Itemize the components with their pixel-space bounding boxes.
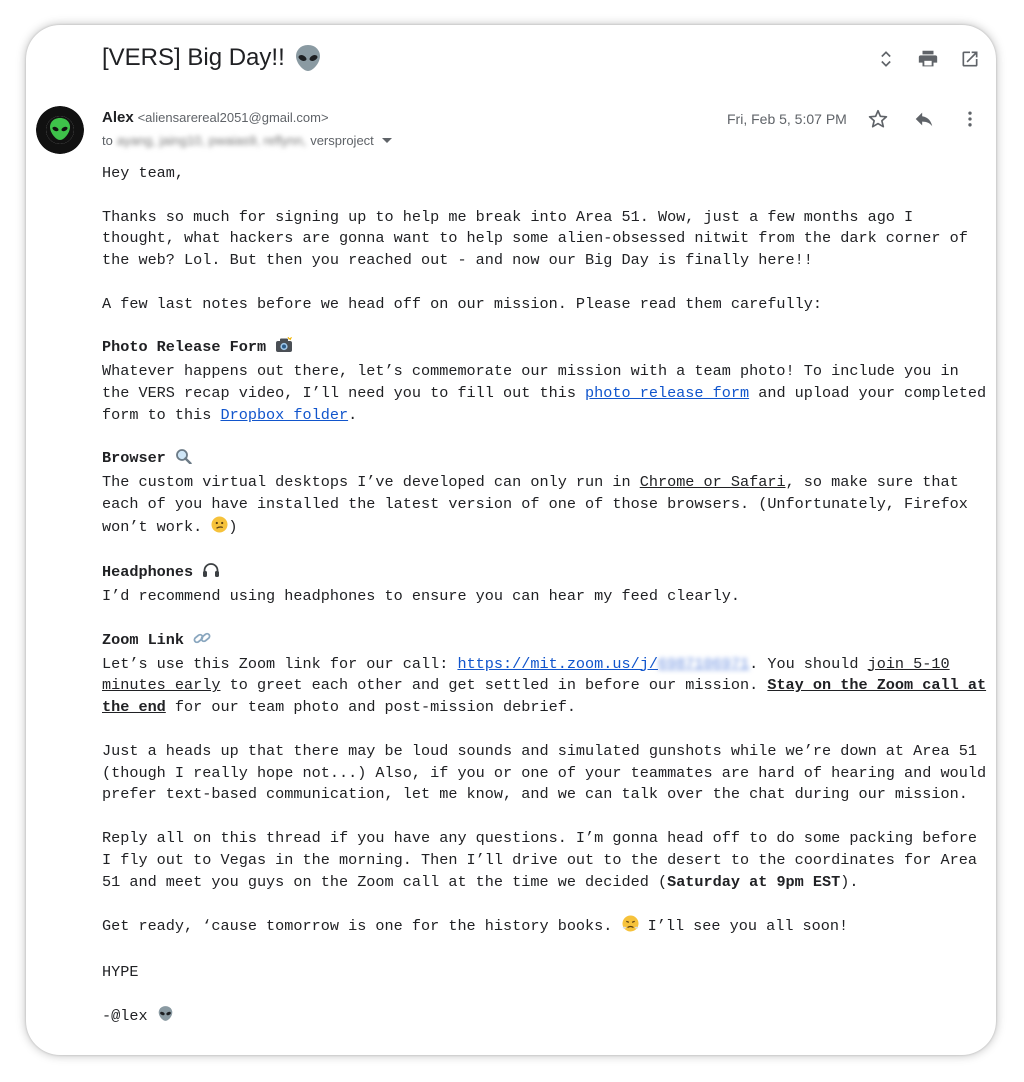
subject-text: [VERS] Big Day!! [102,44,285,71]
print-icon[interactable] [916,47,940,71]
heading-photo-release: Photo Release Form [102,338,267,357]
camera-icon [275,337,293,361]
recipients-prefix: to [102,133,113,148]
chevron-down-icon[interactable] [381,138,392,143]
paragraph-heads-up: Just a heads up that there may be loud s… [102,741,987,804]
reply-text-2: ). [840,872,859,891]
recipients-blurred: ayang, jaing10, pwaias9, reflynn, [116,133,307,148]
open-in-new-icon[interactable] [958,47,982,71]
greeting: Hey team, [102,164,185,182]
signature-text: -@lex [102,1007,157,1026]
paragraph-notes: A few last notes before we head off on o… [102,294,823,313]
zoom-text-1: Let’s use this Zoom link for our call: [102,654,458,673]
ready-text-2: I’ll see you all soon! [638,917,849,936]
email-date: Fri, Feb 5, 5:07 PM [727,111,847,127]
headphones-text: I’d recommend using headphones to ensure… [102,587,740,606]
zoom-text-4: for our team photo and post-mission debr… [165,698,576,717]
email-subject: [VERS] Big Day!! [102,43,323,73]
paragraph-intro: Thanks so much for signing up to help me… [102,207,968,270]
heading-zoom: Zoom Link [102,630,185,649]
chrome-or-safari: Chrome or Safari [639,473,786,492]
zoom-link[interactable]: https://mit.zoom.us/j/6987106971 [457,655,749,673]
zoom-text-2: . You should [749,654,868,673]
hype-line: HYPE [102,962,139,981]
avatar[interactable] [36,106,84,154]
sender-info: Alex <aliensarereal2051@gmail.com> [102,109,329,126]
section-browser: Browser The custom virtual desktops I’ve… [102,448,987,540]
steam-face-icon [622,915,639,940]
zoom-link-blurred: 6987106971 [657,654,750,673]
recipients-visible: versproject [310,133,374,148]
heading-browser: Browser [102,449,166,468]
heading-headphones: Headphones [102,563,194,582]
zoom-text-3: to greet each other and get settled in b… [220,676,768,695]
alien-icon [157,1005,174,1030]
unfold-icon[interactable] [874,47,898,71]
alien-icon [293,43,323,73]
recipients: to ayang, jaing10, pwaias9, reflynn, ver… [102,133,392,148]
photo-release-form-link[interactable]: photo release form [585,384,749,402]
paragraph-get-ready: Get ready, ‘cause tomorrow is one for th… [102,915,987,940]
ready-text-1: Get ready, ‘cause tomorrow is one for th… [102,917,622,936]
star-icon[interactable] [866,107,890,131]
sender-email: <aliensarereal2051@gmail.com> [137,110,329,125]
link-icon [193,630,211,654]
signature: -@lex [102,1005,987,1030]
thread-actions [874,47,982,71]
paragraph-reply-all: Reply all on this thread if you have any… [102,828,987,893]
sender-name[interactable]: Alex [102,109,134,126]
magnifier-icon [175,448,193,472]
zoom-link-text: https://mit.zoom.us/j/ [457,654,658,673]
browser-text-3: ) [228,517,238,536]
more-vert-icon[interactable] [958,107,982,131]
section-zoom: Zoom Link Let’s use this Zoom link for o… [102,630,987,719]
email-card: [VERS] Big Day!! Alex <aliensarereal2051… [26,25,996,1055]
meeting-time: Saturday at 9pm EST [667,872,841,891]
section-headphones: Headphones I’d recommend using headphone… [102,562,987,608]
photo-text-3: . [348,405,358,424]
headphones-icon [202,562,220,586]
section-photo-release: Photo Release Form Whatever happens out … [102,337,987,426]
message-actions [866,107,982,131]
dropbox-folder-link[interactable]: Dropbox folder [220,406,348,424]
reply-icon[interactable] [912,107,936,131]
confused-face-icon [211,516,228,541]
email-body: Hey team, Thanks so much for signing up … [102,163,987,1052]
browser-text-1: The custom virtual desktops I’ve develop… [102,473,640,492]
